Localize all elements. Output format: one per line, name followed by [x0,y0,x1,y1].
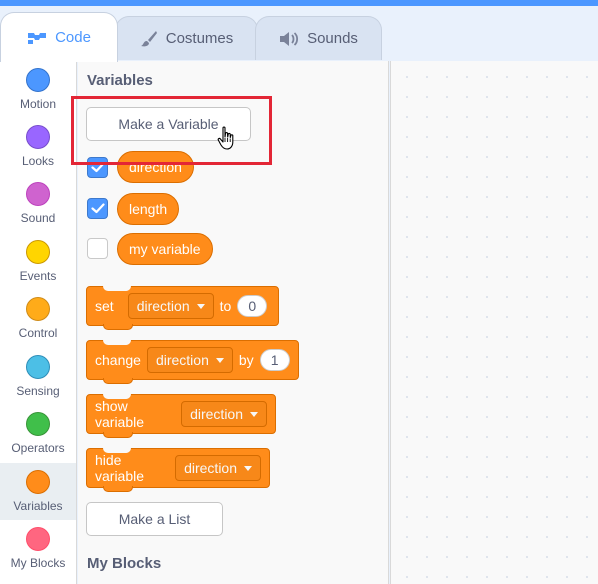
category-sensing[interactable]: Sensing [0,348,76,405]
category-label: Events [19,269,57,283]
code-icon [27,31,47,45]
show-variable-block[interactable]: show variable direction [86,394,276,438]
checkmark-icon [90,203,105,214]
variable-dropdown[interactable]: direction [175,455,261,481]
block-label: set [95,298,114,314]
change-variable-block[interactable]: change direction by 1 [86,340,299,384]
tab-sounds[interactable]: Sounds [255,16,382,60]
make-list-button[interactable]: Make a List [86,502,223,536]
variable-reporter-length[interactable]: length [117,193,180,225]
control-color-dot [26,297,50,321]
speaker-icon [279,31,299,47]
dropdown-value: direction [190,406,243,422]
tab-label: Code [55,29,91,46]
sensing-color-dot [26,355,50,379]
block-label: show variable [95,398,145,430]
category-label: Sound [20,211,56,225]
brush-icon [140,30,158,48]
variables-color-dot [26,470,50,494]
variable-reporter-my-variable[interactable]: my variable [117,233,213,265]
palette-divider [388,61,389,584]
category-operators[interactable]: Operators [0,405,76,462]
variable-checkbox-length[interactable] [87,198,108,219]
caret-down-icon [215,357,224,363]
category-label: Operators [11,441,65,455]
hide-variable-block[interactable]: hide variable direction [86,448,270,492]
tab-label: Costumes [165,30,234,47]
category-control[interactable]: Control [0,290,76,347]
variable-dropdown[interactable]: direction [127,293,214,319]
block-label: change [95,352,141,368]
category-label: Control [18,326,58,340]
caret-down-icon [250,411,258,417]
looks-color-dot [26,125,50,149]
annotation-highlight-box [71,96,272,165]
category-variables[interactable]: Variables [0,463,76,520]
block-label: by [238,352,254,368]
set-variable-block[interactable]: set direction to 0 [86,286,279,330]
events-color-dot [26,240,50,264]
editor-tabs: Code Costumes Sounds [0,6,598,62]
block-label: to [219,298,232,314]
category-label: My Blocks [10,556,66,570]
dropdown-value: direction [184,460,237,476]
category-label: Motion [19,97,57,111]
category-motion[interactable]: Motion [0,61,76,118]
variable-checkbox-my-variable[interactable] [87,238,108,259]
category-events[interactable]: Events [0,233,76,290]
category-sound[interactable]: Sound [0,175,76,232]
code-workspace[interactable] [390,61,598,584]
value-input[interactable]: 0 [237,295,268,317]
category-label: Sensing [16,384,60,398]
dropdown-value: direction [155,352,209,368]
hand-pointer-icon [217,126,237,157]
category-my-blocks[interactable]: My Blocks [0,520,76,577]
tab-costumes[interactable]: Costumes [115,16,258,60]
category-menu: Motion Looks Sound Events Control Sensin… [0,61,77,584]
dropdown-value: direction [136,298,190,314]
my-blocks-section-title: My Blocks [87,555,162,572]
category-looks[interactable]: Looks [0,118,76,175]
sound-color-dot [26,182,50,206]
tab-label: Sounds [307,30,358,47]
category-label: Looks [21,154,55,168]
block-label: hide variable [95,452,145,484]
tab-code[interactable]: Code [0,12,118,62]
operators-color-dot [26,412,50,436]
variable-dropdown[interactable]: direction [146,347,233,373]
my-blocks-color-dot [26,527,50,551]
variable-dropdown[interactable]: direction [181,401,267,427]
caret-down-icon [244,465,252,471]
motion-color-dot [26,68,50,92]
caret-down-icon [196,303,205,309]
variables-section-title: Variables [87,72,153,89]
category-label: Variables [13,499,63,513]
value-input[interactable]: 1 [259,349,290,371]
